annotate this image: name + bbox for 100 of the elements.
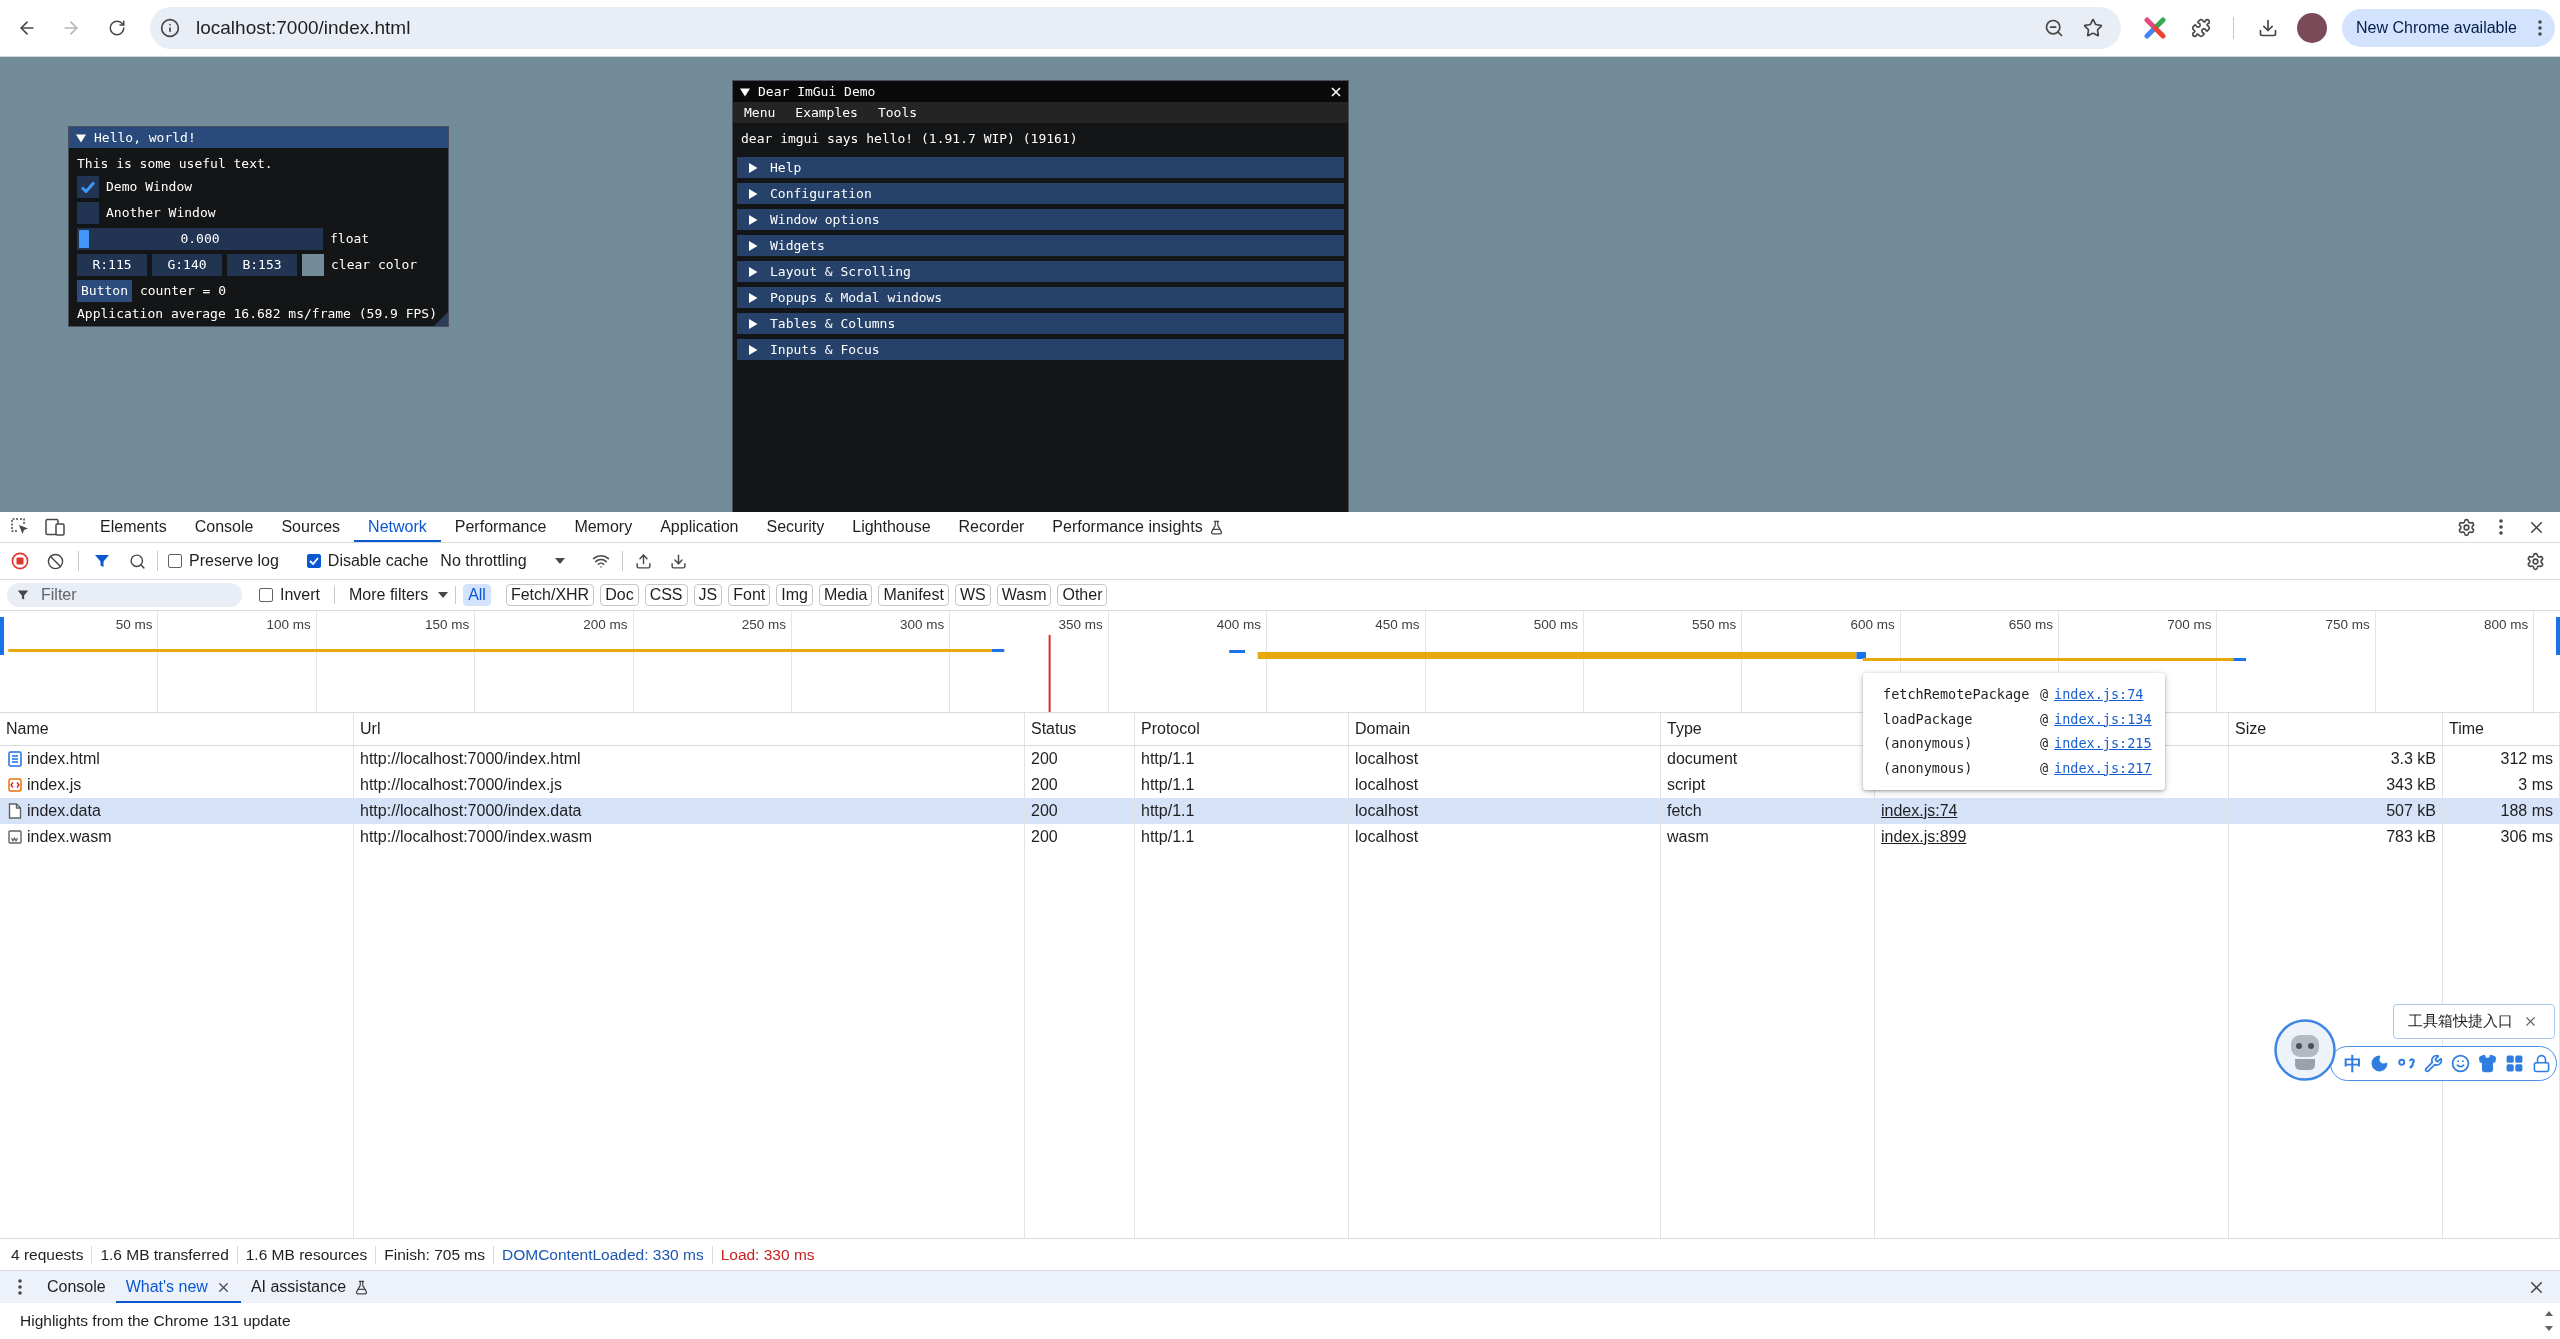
type-filter[interactable]: CSS	[644, 584, 688, 606]
menu-item[interactable]: Examples	[785, 102, 868, 123]
robot-avatar-icon[interactable]	[2274, 1019, 2336, 1081]
devtools-tab[interactable]: Network	[354, 512, 441, 542]
devtools-tab[interactable]: Performance	[440, 512, 561, 542]
collapsing-header[interactable]: Inputs & Focus	[737, 339, 1344, 360]
devtools-tab[interactable]: Elements	[86, 512, 181, 542]
color-channel-field[interactable]: G:140	[152, 254, 222, 276]
settings-icon[interactable]	[2525, 551, 2545, 571]
clear-icon[interactable]	[46, 552, 64, 570]
color-channel-field[interactable]: B:153	[227, 254, 297, 276]
collapsing-header[interactable]: Popups & Modal windows	[737, 287, 1344, 308]
profile-avatar[interactable]	[2297, 13, 2327, 43]
grid-icon[interactable]	[2505, 1054, 2524, 1073]
checkbox[interactable]	[259, 588, 273, 602]
checkbox[interactable]	[306, 554, 321, 568]
close-icon[interactable]	[1331, 86, 1341, 97]
slider-thumb[interactable]	[79, 230, 89, 248]
type-filter[interactable]: All	[463, 584, 491, 606]
moon-icon[interactable]	[2370, 1054, 2389, 1073]
collapse-triangle-icon[interactable]	[76, 132, 86, 143]
collapsing-header[interactable]: Tables & Columns	[737, 313, 1344, 334]
download-icon[interactable]	[2258, 18, 2278, 38]
drawer-tab[interactable]: Console	[37, 1271, 116, 1303]
source-link[interactable]: index.js:74	[2054, 686, 2165, 703]
type-filter[interactable]: Manifest	[878, 584, 949, 606]
source-link[interactable]: index.js:134	[2054, 710, 2165, 727]
type-filter[interactable]: Font	[728, 584, 771, 606]
column-header[interactable]: Time	[2449, 720, 2484, 738]
menu-icon[interactable]	[2537, 20, 2542, 36]
devtools-tab[interactable]: Console	[180, 512, 268, 542]
column-header[interactable]: Protocol	[1141, 720, 1200, 738]
collapsing-header[interactable]: Help	[737, 157, 1344, 178]
record-icon[interactable]	[11, 552, 29, 570]
devtools-tab[interactable]: Performance insights	[1038, 512, 1238, 542]
bookmark-star-icon[interactable]	[2083, 18, 2103, 38]
menu-item[interactable]: Menu	[734, 102, 786, 123]
type-filter[interactable]: Img	[776, 584, 813, 606]
menu-icon[interactable]	[2499, 519, 2503, 535]
scroll-down-icon[interactable]	[2545, 1326, 2553, 1331]
resize-grip-icon[interactable]	[434, 312, 448, 326]
shirt-icon[interactable]	[2478, 1054, 2497, 1073]
more-filters-dropdown[interactable]: More filters	[349, 586, 449, 604]
type-filter[interactable]: WS	[954, 584, 991, 606]
lock-icon[interactable]	[2532, 1054, 2551, 1073]
window-title-bar[interactable]: Hello, world!	[69, 127, 448, 148]
column-header[interactable]: Type	[1667, 720, 1702, 738]
throttling-dropdown[interactable]: No throttling	[440, 552, 565, 570]
range-handle[interactable]	[2556, 617, 2560, 655]
initiator-link[interactable]: index.js:899	[1881, 828, 1967, 846]
devtools-tab[interactable]: Lighthouse	[838, 512, 945, 542]
devtools-tab[interactable]: Security	[752, 512, 839, 542]
slider-track[interactable]: 0.000	[77, 228, 323, 250]
column-header[interactable]: Status	[1031, 720, 1077, 738]
type-filter[interactable]: Wasm	[996, 584, 1052, 606]
column-header[interactable]: Name	[6, 720, 49, 738]
menu-item[interactable]: Tools	[867, 102, 928, 123]
info-icon[interactable]	[160, 18, 180, 38]
initiator-link[interactable]: index.js:74	[1881, 802, 1958, 820]
filter-icon[interactable]	[94, 553, 110, 569]
devices-icon[interactable]	[45, 518, 65, 536]
checkbox[interactable]	[168, 554, 182, 568]
request-row[interactable]: index.wasm http://localhost:7000/index.wasm 200 http/1.1 localhost wasm index.js:899 783 kB 306 ms	[0, 824, 2560, 850]
zoom-out-icon[interactable]	[2044, 18, 2064, 38]
devtools-tab[interactable]: Recorder	[944, 512, 1039, 542]
inspect-icon[interactable]	[11, 518, 29, 536]
checkbox[interactable]	[77, 202, 99, 224]
search-icon[interactable]	[128, 552, 146, 570]
color-channel-field[interactable]: R:115	[77, 254, 147, 276]
collapsing-header[interactable]: Window options	[737, 209, 1344, 230]
colorful-cross-icon[interactable]	[2144, 17, 2166, 39]
language-toggle[interactable]: 中	[2344, 1051, 2362, 1076]
drawer-tab[interactable]: AI assistance	[240, 1271, 380, 1303]
devtools-tab[interactable]: Application	[646, 512, 753, 542]
collapsing-header[interactable]: Widgets	[737, 235, 1344, 256]
type-filter[interactable]: Other	[1057, 584, 1108, 606]
address-field[interactable]: localhost:7000/index.html	[150, 7, 2121, 49]
scroll-up-icon[interactable]	[2545, 1311, 2553, 1316]
window-title-bar[interactable]: Dear ImGui Demo	[733, 81, 1348, 102]
update-button[interactable]: New Chrome available	[2342, 9, 2555, 47]
type-filter[interactable]: Media	[818, 584, 873, 606]
settings-icon[interactable]	[2456, 517, 2476, 537]
range-handle[interactable]	[0, 617, 4, 655]
type-filter[interactable]: Fetch/XHR	[505, 584, 595, 606]
column-header[interactable]: Domain	[1355, 720, 1411, 738]
devtools-tab[interactable]: Memory	[560, 512, 647, 542]
download-icon[interactable]	[670, 552, 688, 570]
column-header[interactable]: Size	[2235, 720, 2267, 738]
checkbox[interactable]	[77, 176, 99, 198]
collapsing-header[interactable]: Configuration	[737, 183, 1344, 204]
type-filter[interactable]: JS	[693, 584, 723, 606]
filter-field[interactable]: Filter	[7, 583, 242, 607]
puzzle-icon[interactable]	[2191, 18, 2211, 38]
request-row[interactable]: index.data http://localhost:7000/index.data 200 http/1.1 localhost fetch index.js:74 507 kB 188 ms	[0, 798, 2560, 824]
collapsing-header[interactable]: Layout & Scrolling	[737, 261, 1344, 282]
wrench-icon[interactable]	[2424, 1054, 2443, 1073]
wifi-icon[interactable]	[591, 552, 610, 570]
close-icon[interactable]	[2523, 1014, 2538, 1029]
color-swatch-icon[interactable]	[302, 254, 324, 276]
menu-icon[interactable]	[18, 1279, 22, 1295]
